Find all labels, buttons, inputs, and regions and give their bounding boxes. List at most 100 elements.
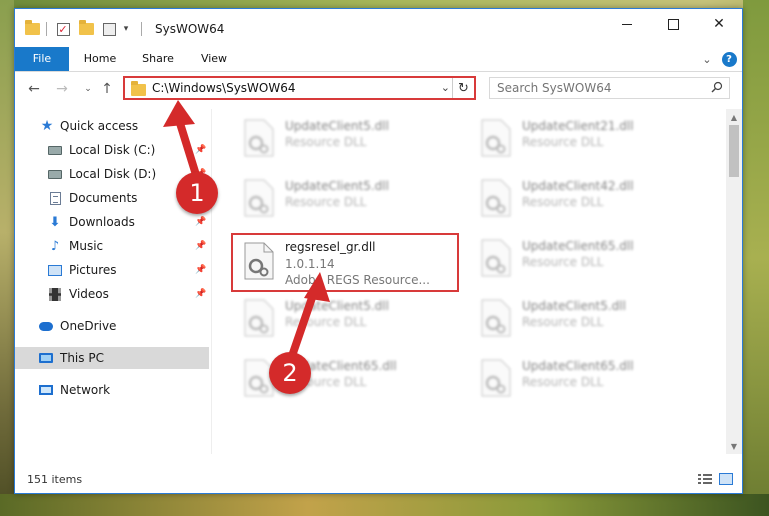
this-pc-icon [39, 352, 53, 365]
file-item[interactable]: UpdateClient65.dll Resource DLL [474, 353, 698, 409]
downloads-icon: ⬇ [49, 214, 61, 230]
properties-check-icon[interactable]: ✓ [55, 21, 71, 37]
sidebar-item-label: Local Disk (C:) [69, 143, 156, 157]
file-item[interactable]: UpdateClient42.dll Resource DLL [474, 173, 698, 229]
refresh-button[interactable]: ↻ [452, 78, 474, 98]
file-item[interactable]: UpdateClient5.dll Resource DLL [237, 173, 461, 229]
dll-file-icon [481, 359, 511, 397]
navigation-pane: ★ Quick access Local Disk (C:) 📌 Local D… [15, 109, 211, 454]
tab-file[interactable]: File [15, 47, 69, 71]
sidebar-item-local-disk-c[interactable]: Local Disk (C:) 📌 [15, 139, 209, 161]
explorer-window: ✓ ▾ SysWOW64 ✕ File Home Share View ⌄ ? … [14, 8, 743, 494]
expand-ribbon-icon[interactable]: ⌄ [699, 51, 715, 67]
file-name: UpdateClient21.dll [522, 119, 634, 133]
sidebar-item-downloads[interactable]: ⬇ Downloads 📌 [15, 211, 209, 233]
search-icon[interactable] [711, 81, 723, 93]
navigation-bar: ← → ⌄ ↑ C:\Windows\SysWOW64 ⌄ ↻ [15, 72, 742, 106]
sidebar-item-label: Local Disk (D:) [69, 167, 157, 181]
file-highlight-box [231, 233, 459, 292]
file-name: UpdateClient5.dll [285, 179, 389, 193]
customize-toolbar-icon[interactable]: ▾ [121, 21, 131, 37]
help-icon[interactable]: ? [721, 51, 737, 67]
music-icon: ♪ [50, 238, 60, 254]
folder-icon [23, 20, 41, 37]
window-title: SysWOW64 [155, 22, 225, 36]
address-path[interactable]: C:\Windows\SysWOW64 [152, 81, 296, 95]
sidebar-item-music[interactable]: ♪ Music 📌 [15, 235, 209, 257]
item-count: 151 items [27, 473, 83, 486]
desktop-background-left [0, 0, 14, 516]
scroll-down-icon[interactable]: ▼ [726, 438, 742, 454]
file-item[interactable]: UpdateClient65.dll Resource DLL [474, 233, 698, 289]
tab-share[interactable]: Share [136, 47, 180, 71]
file-description: Resource DLL [522, 135, 604, 149]
up-button[interactable]: ↑ [97, 80, 117, 98]
network-icon [39, 384, 53, 397]
ribbon: File Home Share View ⌄ ? [15, 47, 742, 72]
close-button[interactable]: ✕ [696, 9, 742, 39]
sidebar-item-label: Downloads [69, 215, 135, 229]
step-1-marker: 1 [176, 172, 218, 214]
file-item[interactable]: UpdateClient5.dll Resource DLL [474, 293, 698, 349]
details-view-icon[interactable] [698, 473, 712, 485]
file-item[interactable]: UpdateClient21.dll Resource DLL [474, 113, 698, 169]
file-item[interactable]: UpdateClient5.dll Resource DLL [237, 113, 461, 169]
dll-file-icon [481, 119, 511, 157]
file-name: UpdateClient65.dll [522, 359, 634, 373]
file-name: UpdateClient5.dll [522, 299, 626, 313]
desktop-background-bottom [0, 494, 769, 516]
sidebar-item-quick-access[interactable]: ★ Quick access [15, 115, 209, 137]
address-dropdown-icon[interactable]: ⌄ [441, 81, 450, 94]
file-item[interactable]: UpdateClient5.dll Resource DLL [237, 293, 461, 349]
disk-icon [48, 168, 62, 181]
tab-view[interactable]: View [194, 47, 234, 71]
recent-locations-button[interactable]: ⌄ [78, 80, 98, 98]
file-description: Resource DLL [285, 195, 367, 209]
new-folder-icon[interactable] [77, 20, 95, 37]
sidebar-item-label: Quick access [60, 119, 139, 133]
maximize-button[interactable] [650, 9, 696, 39]
sidebar-item-onedrive[interactable]: OneDrive [15, 315, 209, 337]
dll-file-icon [244, 119, 274, 157]
back-button[interactable]: ← [24, 80, 44, 98]
vertical-scrollbar[interactable]: ▲ ▼ [726, 109, 742, 454]
minimize-button[interactable] [604, 9, 650, 39]
documents-icon [48, 191, 62, 205]
title-separator [141, 21, 142, 37]
sidebar-item-network[interactable]: Network [15, 379, 209, 401]
videos-icon [48, 287, 62, 301]
pin-icon: 📌 [195, 265, 207, 275]
sidebar-item-label: Music [69, 239, 104, 253]
scroll-up-icon[interactable]: ▲ [726, 109, 742, 125]
forward-button[interactable]: → [52, 80, 72, 98]
file-description: Resource DLL [522, 195, 604, 209]
file-description: Resource DLL [522, 255, 604, 269]
sidebar-item-label: OneDrive [60, 319, 117, 333]
scrollbar-thumb[interactable] [729, 125, 739, 177]
dll-file-icon [244, 179, 274, 217]
title-bar: ✓ ▾ SysWOW64 ✕ [15, 9, 742, 47]
properties-icon[interactable] [101, 21, 117, 37]
sidebar-item-pictures[interactable]: Pictures 📌 [15, 259, 209, 281]
file-name: UpdateClient65.dll [522, 239, 634, 253]
sidebar-item-videos[interactable]: Videos 📌 [15, 283, 209, 305]
sidebar-item-label: Pictures [69, 263, 117, 277]
pin-icon: 📌 [195, 217, 207, 227]
sidebar-item-label: Videos [69, 287, 109, 301]
sidebar-item-this-pc[interactable]: This PC [15, 347, 209, 369]
status-bar: 151 items [15, 466, 742, 493]
dll-file-icon [244, 299, 274, 337]
address-bar[interactable]: C:\Windows\SysWOW64 ⌄ ↻ [123, 76, 476, 100]
tab-home[interactable]: Home [79, 47, 121, 71]
file-description: Resource DLL [522, 375, 604, 389]
file-list: UpdateClient5.dll Resource DLL UpdateCli… [212, 109, 725, 454]
dll-file-icon [481, 299, 511, 337]
large-icons-view-icon[interactable] [719, 473, 733, 485]
pin-icon: 📌 [195, 145, 207, 155]
onedrive-icon [39, 320, 53, 333]
file-name: UpdateClient5.dll [285, 119, 389, 133]
search-input[interactable] [497, 78, 707, 98]
search-box[interactable] [489, 77, 730, 99]
file-description: Resource DLL [285, 135, 367, 149]
file-description: Resource DLL [285, 315, 367, 329]
